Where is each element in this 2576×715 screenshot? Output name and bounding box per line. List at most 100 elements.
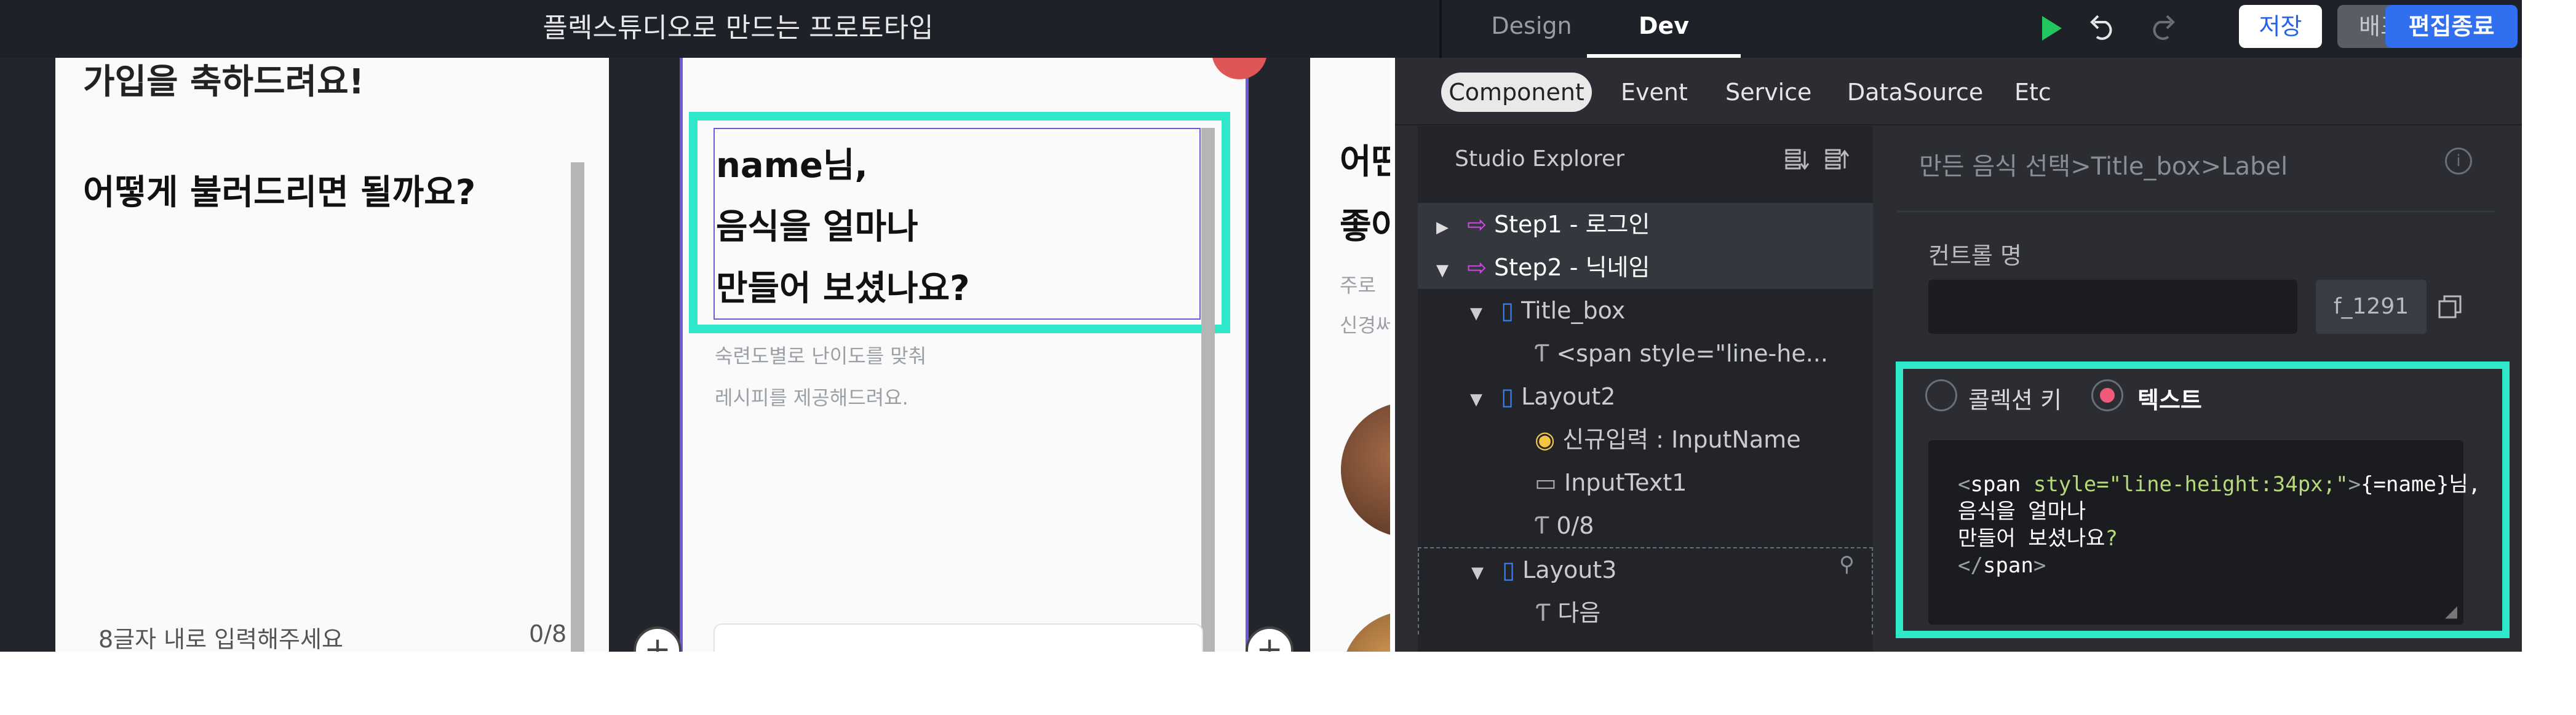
tree-item-span-label[interactable]: Ƭ <span style="line-he... [1418,332,1873,375]
selection-handle-dot[interactable] [1212,58,1267,79]
save-button[interactable]: 저장 [2239,5,2322,48]
subtab-event[interactable]: Event [1621,73,1688,112]
collapse-all-icon[interactable] [1784,146,1811,173]
screen2-input-box[interactable] [714,623,1203,652]
explorer-title: Studio Explorer [1455,146,1624,172]
tree-item-label: InputText1 [1564,469,1687,496]
resize-handle-icon[interactable]: ◢ [2445,602,2457,621]
add-screen-right-icon[interactable]: + [1246,626,1294,652]
add-screen-left-icon[interactable]: + [634,626,682,652]
tree-item-label: Title_box [1521,297,1626,324]
subtab-etc[interactable]: Etc [2014,73,2051,112]
tree-item-label: 다음 [1557,599,1601,626]
tree-item-inputtext1[interactable]: ▭ InputText1 [1418,461,1873,504]
input-icon: ▭ [1535,469,1557,496]
tree-item-layout3[interactable]: ▼ ▯ Layout3 [1418,547,1873,591]
code-token: span [1970,472,2021,497]
label-selection-box[interactable]: name님, 음식을 얼마나 만들어 보셨나요? [714,128,1201,320]
code-token: 음식을 얼마나 [1958,499,2086,524]
end-edit-button[interactable]: 편집종료 [2385,5,2518,48]
code-line: 만들어 보셨나요? [1958,525,2481,552]
tree-item-label: 신규입력 : InputName [1562,426,1801,453]
subtab-datasource[interactable]: DataSource [1847,73,1983,112]
database-icon: ◉ [1535,426,1556,453]
text-icon: Ƭ [1536,599,1551,626]
app-title: 플렉스튜디오로 만드는 프로토타입 [543,12,934,44]
text-code-editor[interactable]: <span style="line-height:34px;">{=name}님… [1928,440,2481,625]
tree-item-label: Layout3 [1522,556,1617,583]
code-token: ? [2105,526,2118,551]
tree-item-label: Layout2 [1521,383,1616,410]
tree-item-title-box[interactable]: ▼ ▯ Title_box [1418,289,1873,332]
tree-item-step1[interactable]: ▶ ⇨ Step1 - 로그인 [1418,203,1873,246]
code-token: > [2033,553,2046,578]
code-token: > [2348,472,2361,497]
radio-text-label: 텍스트 [2137,387,2202,414]
subtab-service[interactable]: Service [1725,73,1811,112]
expand-arrow-icon[interactable]: ▶ [1436,218,1449,237]
radio-text[interactable] [2091,379,2123,411]
file-icon: ▯ [1501,297,1514,324]
screen1-question: 어떻게 불러드리면 될까요? [83,173,476,213]
screen3-title-1: 어떤 [1340,142,1390,182]
tab-dev[interactable]: Dev [1587,0,1741,55]
control-name-input[interactable] [1928,280,2297,334]
tree-item-input-name[interactable]: ◉ 신규입력 : InputName [1418,418,1873,461]
screen3-sub-2: 신경써 [1340,314,1390,337]
code-lines: <span style="line-height:34px;">{=name}님… [1958,471,2481,579]
screen2-sub-line-2: 레시피를 제공해드려요. [715,386,908,409]
control-name-label: 컨트롤 명 [1928,242,2022,269]
expand-all-icon[interactable] [1824,146,1851,173]
code-line: 음식을 얼마나 [1958,498,2481,525]
explorer-tree: ▶ ⇨ Step1 - 로그인 ▼ ⇨ Step2 - 닉네임 ▼ ▯ Titl… [1418,203,1873,634]
control-id-field[interactable]: f_1291 [2316,280,2427,334]
subtab-component[interactable]: Component [1441,73,1592,112]
screen-step2[interactable]: name님, 음식을 얼마나 만들어 보셨나요? 숙련도별로 난이도를 맞춰 레… [680,58,1267,652]
tree-item-label: 0/8 [1556,512,1594,539]
text-icon: Ƭ [1535,512,1549,539]
page-icon: ⇨ [1467,211,1487,238]
code-token: {=name}님, [2361,472,2481,497]
undo-icon[interactable] [2082,9,2121,48]
code-token: span [1982,553,2033,578]
collapse-arrow-icon[interactable]: ▼ [1470,390,1482,409]
file-icon: ▯ [1501,383,1514,410]
screen1-input-placeholder: 8글자 내로 입력해주세요 [98,626,343,652]
info-icon[interactable]: i [2445,148,2472,175]
code-token: < [1958,472,1971,497]
tab-design[interactable]: Design [1461,0,1602,55]
screen3-title-2: 좋아 [1340,207,1390,247]
food-image[interactable] [1341,611,1390,652]
screen3-sub-1: 주로 [1340,274,1376,297]
screen1-scrollbar[interactable] [571,162,584,652]
collapse-arrow-icon[interactable]: ▼ [1436,261,1449,280]
play-icon[interactable] [2030,9,2069,48]
tree-item-layout2[interactable]: ▼ ▯ Layout2 [1418,375,1873,418]
tree-item-label: Step2 - 닉네임 [1494,254,1650,281]
design-canvas[interactable]: 가입을 축하드려요! 어떻게 불러드리면 될까요? 8글자 내로 입력해주세요 … [0,58,1390,652]
screen1-partial-heading: 가입을 축하드려요! [83,62,365,102]
label-line-3: 만들어 보셨나요? [716,269,970,309]
redo-icon[interactable] [2144,9,2183,48]
breadcrumb: 만든 음식 선택>Title_box>Label [1919,152,2288,181]
collapse-arrow-icon[interactable]: ▼ [1471,564,1484,582]
food-image[interactable] [1341,402,1390,537]
tree-item-label: Step1 - 로그인 [1494,211,1650,238]
page-bottom-margin [0,653,2576,715]
radio-collection-key[interactable] [1925,379,1957,411]
pin-icon[interactable]: ⚲ [1839,552,1864,577]
props-divider [1898,211,2494,212]
code-token: </ [1958,553,1983,578]
subtab-divider [1395,124,2522,125]
code-token: style="line-height:34px;" [2021,472,2348,497]
tree-item-next[interactable]: Ƭ 다음 [1418,591,1873,634]
tree-item-step2[interactable]: ▼ ⇨ Step2 - 닉네임 [1418,246,1873,289]
screen-step3[interactable]: 어떤 좋아 주로 신경써 [1310,58,1390,652]
collapse-arrow-icon[interactable]: ▼ [1470,304,1482,323]
label-line-1: name님, [716,146,868,186]
screen2-scrollbar[interactable] [1201,128,1215,652]
tree-item-counter[interactable]: Ƭ 0/8 [1418,504,1873,547]
screen-step1[interactable]: 가입을 축하드려요! 어떻게 불러드리면 될까요? 8글자 내로 입력해주세요 … [55,58,609,652]
radio-collection-key-label: 콜렉션 키 [1968,387,2062,414]
copy-icon[interactable] [2437,294,2464,321]
